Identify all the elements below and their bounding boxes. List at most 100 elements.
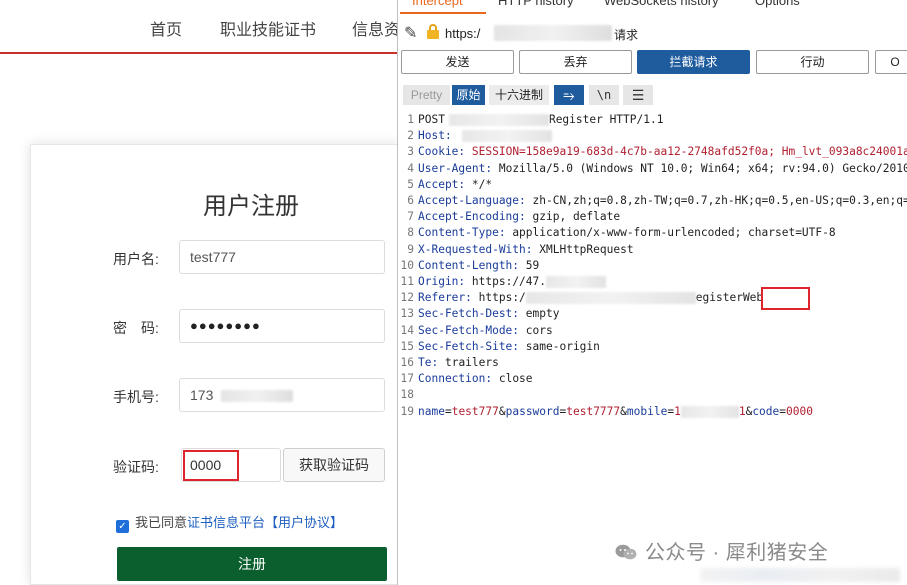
url-suffix: 请求 bbox=[614, 28, 639, 42]
mobile-redaction bbox=[221, 390, 294, 403]
header-name: Sec-Fetch-Dest: bbox=[418, 307, 520, 321]
intercept-action-bar: 发送 丢弃 拦截请求 行动 O bbox=[398, 50, 907, 74]
header-value: same-origin bbox=[525, 339, 600, 353]
header-name: Accept-Language: bbox=[418, 194, 526, 207]
header-name: Content-Type: bbox=[418, 226, 506, 240]
request-line: Te: trailers bbox=[418, 356, 499, 369]
request-line: Accept: */* bbox=[418, 178, 492, 191]
header-value: XMLHttpRequest bbox=[539, 242, 634, 256]
mobile-value: 173 bbox=[190, 387, 214, 403]
view-raw-button[interactable]: 原始 bbox=[452, 85, 485, 105]
line-number: 13 bbox=[400, 307, 414, 321]
mobile-param-value: 1 bbox=[674, 404, 681, 418]
view-pretty-button[interactable]: Pretty bbox=[403, 85, 450, 105]
wechat-icon bbox=[615, 544, 637, 560]
line-number: 11 bbox=[400, 275, 414, 288]
burp-tabs: Intercept HTTP history WebSockets histor… bbox=[398, 0, 907, 14]
header-value: SESSION=158e9a19-683d-4c7b-aa12-2748afd5… bbox=[471, 145, 907, 159]
header-value: application/x-www-form-urlencoded; chars… bbox=[512, 226, 836, 240]
agree-checkbox[interactable]: ✓ bbox=[116, 520, 129, 533]
request-line: Accept-Language: zh-CN,zh;q=0.8,zh-TW;q=… bbox=[418, 194, 907, 207]
header-name: Sec-Fetch-Mode: bbox=[418, 323, 520, 337]
line-number: 8 bbox=[407, 226, 414, 240]
mobile-label: 手机号: bbox=[113, 389, 159, 405]
line-number: 12 bbox=[400, 291, 414, 305]
request-line: Origin: https://47. bbox=[418, 275, 606, 288]
request-line: Host: bbox=[418, 129, 553, 143]
tab-http-history[interactable]: HTTP history bbox=[498, 0, 574, 8]
tab-intercept[interactable]: Intercept bbox=[412, 0, 463, 8]
request-line: X-Requested-With: XMLHttpRequest bbox=[418, 243, 634, 256]
line-number: 10 bbox=[400, 258, 414, 272]
register-title: 用户注册 bbox=[203, 193, 299, 220]
active-tab-indicator bbox=[400, 12, 486, 14]
agreement-link[interactable]: 证书信息平台【用户协议】 bbox=[187, 515, 343, 530]
raw-request-editor[interactable]: 1 POST Register HTTP/1.1 2 Host: 3 Cookie: SE… bbox=[398, 113, 907, 585]
intercept-toggle-button[interactable]: 拦截请求 bbox=[637, 50, 750, 74]
name-param-value: test777 bbox=[451, 404, 499, 418]
request-line: Content-Type: application/x-www-form-url… bbox=[418, 226, 836, 239]
header-name: POST bbox=[418, 113, 445, 126]
nav-certificates[interactable]: 职业技能证书 bbox=[220, 16, 316, 40]
username-input[interactable]: test777 bbox=[179, 240, 385, 274]
mobile-param-tail: 1 bbox=[738, 404, 746, 418]
website-panel: 首页 职业技能证书 信息资 用户注册 用户名: test777 密 码: ●●●… bbox=[0, 0, 400, 585]
password-input[interactable]: ●●●●●●●● bbox=[179, 309, 385, 343]
header-name: User-Agent: bbox=[418, 161, 493, 175]
header-name: Cookie: bbox=[418, 145, 466, 159]
path-redaction bbox=[448, 114, 549, 126]
mobile-param-redaction bbox=[680, 405, 739, 418]
menu-icon[interactable]: ☰ bbox=[623, 85, 653, 105]
url-redaction bbox=[494, 25, 612, 41]
pencil-icon[interactable]: ✎ bbox=[404, 23, 417, 43]
line-number: 3 bbox=[407, 145, 414, 159]
header-value: https:/ bbox=[478, 291, 526, 305]
lock-icon bbox=[427, 24, 439, 39]
referer-redaction bbox=[525, 292, 696, 305]
action-button[interactable]: 行动 bbox=[756, 50, 869, 74]
agreement-row: ✓ 我已同意证书信息平台【用户协议】 bbox=[116, 512, 343, 533]
header-name: Referer: bbox=[418, 291, 472, 305]
request-line: Sec-Fetch-Dest: empty bbox=[418, 307, 559, 320]
host-redaction bbox=[462, 130, 553, 143]
nav-info[interactable]: 信息资 bbox=[352, 16, 400, 40]
header-value: Register HTTP/1.1 bbox=[548, 113, 664, 126]
register-button[interactable]: 注册 bbox=[117, 547, 387, 581]
request-line: Sec-Fetch-Site: same-origin bbox=[418, 340, 600, 353]
password-param-value: test7777 bbox=[566, 404, 621, 418]
header-name: Accept: bbox=[418, 177, 466, 191]
header-value: cors bbox=[525, 323, 553, 337]
code-param-name: code bbox=[752, 404, 780, 418]
agree-prefix: 我已同意 bbox=[135, 515, 188, 530]
code-label: 验证码: bbox=[113, 459, 159, 475]
view-hex-button[interactable]: 十六进制 bbox=[489, 85, 549, 105]
watermark-text: 公众号 · 犀利猪安全 bbox=[645, 542, 829, 564]
nav-home[interactable]: 首页 bbox=[150, 16, 182, 40]
mobile-param-name: mobile bbox=[626, 404, 668, 418]
line-number: 19 bbox=[400, 404, 414, 418]
header-value: close bbox=[498, 372, 533, 386]
line-number: 2 bbox=[407, 129, 414, 143]
mobile-input[interactable]: 173 bbox=[179, 378, 385, 412]
wrap-lines-icon[interactable]: ⥱ bbox=[554, 85, 584, 105]
line-number: 9 bbox=[407, 242, 414, 256]
origin-redaction bbox=[546, 276, 606, 288]
drop-button[interactable]: 丢弃 bbox=[519, 50, 632, 74]
line-number: 14 bbox=[400, 323, 414, 337]
header-value: empty bbox=[525, 307, 560, 321]
request-line: Content-Length: 59 bbox=[418, 259, 539, 272]
password-label: 密 码: bbox=[113, 320, 159, 336]
tab-websockets-history[interactable]: WebSockets history bbox=[604, 0, 719, 8]
header-name: X-Requested-With: bbox=[418, 242, 533, 256]
forward-button[interactable]: 发送 bbox=[401, 50, 514, 74]
header-value: 59 bbox=[525, 258, 540, 272]
tab-options[interactable]: Options bbox=[755, 0, 800, 8]
username-label: 用户名: bbox=[113, 251, 159, 267]
show-newlines-button[interactable]: \n bbox=[589, 85, 619, 105]
header-name: Origin: bbox=[418, 275, 466, 288]
line-number: 1 bbox=[407, 113, 414, 126]
open-browser-button[interactable]: O bbox=[875, 50, 907, 74]
header-name: Sec-Fetch-Site: bbox=[418, 339, 520, 353]
get-code-button[interactable]: 获取验证码 bbox=[283, 448, 385, 482]
register-card: 用户注册 用户名: test777 密 码: ●●●●●●●● 手机号: 173… bbox=[30, 144, 400, 585]
